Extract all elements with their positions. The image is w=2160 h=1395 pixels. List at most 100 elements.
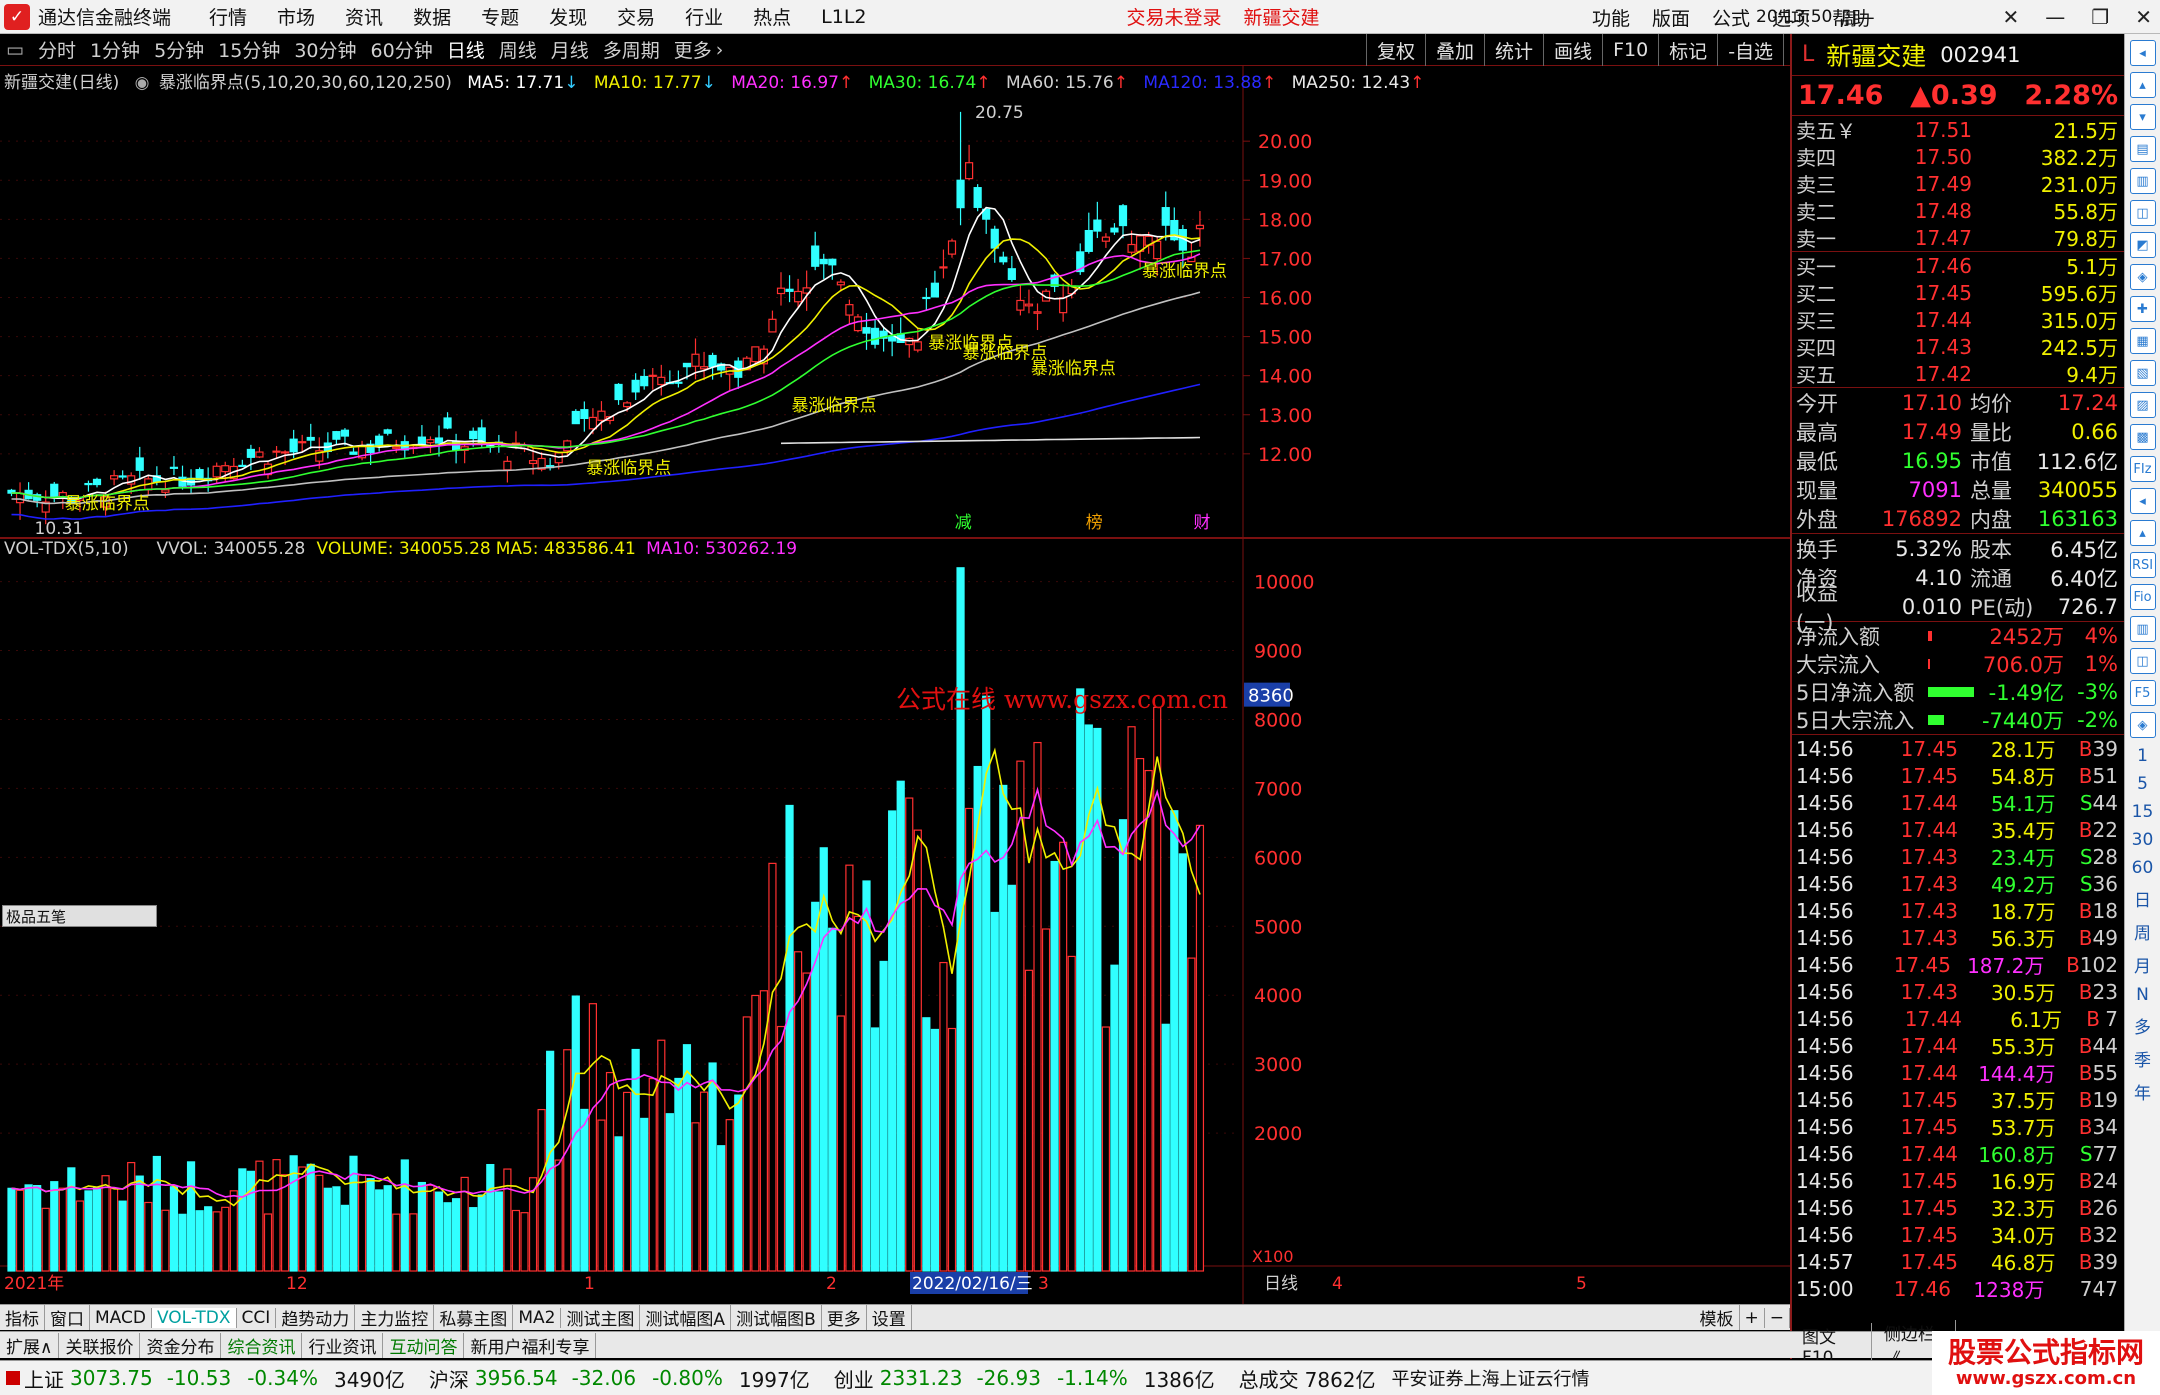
tab-weekly[interactable]: 周线 xyxy=(499,36,537,63)
tab-daily[interactable]: 日线 xyxy=(447,36,485,63)
zoom-button[interactable]: − xyxy=(1765,1307,1790,1328)
indicator-tab[interactable]: 趋势动力 xyxy=(276,1305,356,1330)
zoom-button[interactable]: + xyxy=(1740,1307,1765,1328)
indicator-tab[interactable]: 私募主图 xyxy=(434,1305,514,1330)
period-shortcut-8[interactable]: N xyxy=(2136,985,2149,1005)
event-mark[interactable]: 财 xyxy=(1194,513,1211,533)
ext-tab[interactable]: 互动问答 xyxy=(383,1332,465,1358)
indicator-tab[interactable]: 测试幅图B xyxy=(731,1305,822,1330)
ext-tab[interactable]: 资金分布 xyxy=(140,1332,222,1358)
side-tool-icon[interactable]: ✚ xyxy=(2129,296,2156,322)
menu-redian[interactable]: 热点 xyxy=(753,3,791,30)
tick-row[interactable]: 14:56 17.45 16.9万 B 24 xyxy=(1792,1167,2124,1195)
side-tool-icon[interactable]: ▩ xyxy=(2129,424,2156,450)
period-shortcut-6[interactable]: 周 xyxy=(2134,919,2151,944)
menu-banmian[interactable]: 版面 xyxy=(1652,4,1690,31)
indicator-tab[interactable]: VOL-TDX xyxy=(151,1307,237,1328)
period-shortcut-2[interactable]: 15 xyxy=(2132,802,2154,822)
period-shortcut-3[interactable]: 30 xyxy=(2132,830,2154,850)
event-mark[interactable]: 榜 xyxy=(1086,513,1103,533)
tab-30min[interactable]: 30分钟 xyxy=(294,36,356,63)
tab-1min[interactable]: 1分钟 xyxy=(90,36,140,63)
indicator-tab[interactable]: 指标 xyxy=(0,1305,45,1330)
tick-row[interactable]: 14:56 17.44 54.1万 S 44 xyxy=(1792,789,2124,817)
indicator-tab[interactable]: 主力监控 xyxy=(355,1305,435,1330)
menu-shuju[interactable]: 数据 xyxy=(413,3,451,30)
side-tool-icon[interactable]: ▦ xyxy=(2129,328,2156,354)
side-tool-icon[interactable]: ▧ xyxy=(2129,360,2156,386)
sh-name[interactable]: 上证 xyxy=(24,1364,64,1393)
indicator-tab[interactable]: 测试幅图A xyxy=(640,1305,732,1330)
side-tool-icon[interactable]: ◈ xyxy=(2129,712,2156,738)
tick-row[interactable]: 14:56 17.45 32.3万 B 26 xyxy=(1792,1194,2124,1222)
period-shortcut-1[interactable]: 5 xyxy=(2137,774,2148,794)
side-tool-icon[interactable]: ▥ xyxy=(2129,168,2156,194)
indicator-tab[interactable]: 测试主图 xyxy=(561,1305,641,1330)
menu-zixun[interactable]: 资讯 xyxy=(345,3,383,30)
fuquan-button[interactable]: 复权 xyxy=(1366,34,1425,66)
side-tool-icon[interactable]: ◩ xyxy=(2129,232,2156,258)
tick-row[interactable]: 14:56 17.43 56.3万 B 49 xyxy=(1792,924,2124,952)
menu-faxian[interactable]: 发现 xyxy=(549,3,587,30)
indicator-tab[interactable]: 设置 xyxy=(867,1305,912,1330)
period-shortcut-5[interactable]: 日 xyxy=(2134,886,2151,911)
tick-row[interactable]: 14:56 17.44 144.4万 B 55 xyxy=(1792,1059,2124,1087)
tick-row[interactable]: 14:56 17.44 55.3万 B 44 xyxy=(1792,1032,2124,1060)
close-panel-icon[interactable]: ✕ xyxy=(2003,5,2020,29)
tick-row[interactable]: 14:56 17.45 28.1万 B 39 xyxy=(1792,735,2124,763)
ime-toolbar[interactable]: 极品五笔 xyxy=(2,905,157,927)
tab-multi-period[interactable]: 多周期 xyxy=(603,36,660,63)
menu-gongneng[interactable]: 功能 xyxy=(1592,4,1630,31)
ext-tab[interactable]: 综合资讯 xyxy=(221,1332,303,1358)
tick-row[interactable]: 14:56 17.45 34.0万 B 32 xyxy=(1792,1221,2124,1249)
side-tool-icon[interactable]: ▨ xyxy=(2129,392,2156,418)
ext-tab[interactable]: 行业资讯 xyxy=(302,1332,384,1358)
draw-button[interactable]: 画线 xyxy=(1543,34,1602,66)
tick-row[interactable]: 14:56 17.45 37.5万 B 19 xyxy=(1792,1086,2124,1114)
menu-shichang[interactable]: 市场 xyxy=(277,3,315,30)
period-shortcut-4[interactable]: 60 xyxy=(2132,858,2154,878)
tick-row[interactable]: 14:56 17.43 23.4万 S 28 xyxy=(1792,843,2124,871)
login-status-link[interactable]: 交易未登录 xyxy=(1127,3,1222,30)
side-tool-icon[interactable]: ▴ xyxy=(2129,72,2156,98)
current-stock-link[interactable]: 新疆交建 xyxy=(1244,3,1320,30)
menu-gongshi[interactable]: 公式 xyxy=(1712,4,1750,31)
tab-5min[interactable]: 5分钟 xyxy=(154,36,204,63)
menu-l1l2[interactable]: L1L2 xyxy=(821,6,866,28)
menu-jiaoyi[interactable]: 交易 xyxy=(617,3,655,30)
remove-watchlist-button[interactable]: -自选 xyxy=(1717,34,1783,66)
indicator-tab[interactable]: 窗口 xyxy=(45,1305,90,1330)
tick-row[interactable]: 14:56 17.44 6.1万 B 7 xyxy=(1792,1005,2124,1033)
tick-row[interactable]: 14:56 17.43 49.2万 S 36 xyxy=(1792,870,2124,898)
ext-tab[interactable]: 新用户福利专享 xyxy=(464,1332,597,1358)
event-mark[interactable]: 减 xyxy=(955,513,972,533)
tick-row[interactable]: 14:57 17.45 46.8万 B 39 xyxy=(1792,1248,2124,1276)
chevron-right-icon[interactable]: › xyxy=(716,39,724,61)
restore-icon[interactable]: ❐ xyxy=(2091,5,2109,29)
tab-60min[interactable]: 60分钟 xyxy=(371,36,433,63)
f10-button[interactable]: F10 xyxy=(1602,34,1658,66)
tab-monthly[interactable]: 月线 xyxy=(551,36,589,63)
sz-name[interactable]: 沪深 xyxy=(429,1364,469,1393)
close-icon[interactable]: ✕ xyxy=(2135,5,2152,29)
side-tool-icon[interactable]: ▤ xyxy=(2129,136,2156,162)
side-tool-icon[interactable]: ▥ xyxy=(2129,616,2156,642)
cy-name[interactable]: 创业 xyxy=(834,1364,874,1393)
panel-toggle-icon[interactable]: ▭ xyxy=(6,39,24,61)
indicator-tab[interactable]: 更多 xyxy=(822,1305,867,1330)
side-tool-icon[interactable]: ◂ xyxy=(2129,40,2156,66)
tick-row[interactable]: 14:56 17.43 18.7万 B 18 xyxy=(1792,897,2124,925)
tick-row[interactable]: 14:56 17.45 53.7万 B 34 xyxy=(1792,1113,2124,1141)
stock-name[interactable]: 新疆交建 xyxy=(1826,37,1926,73)
tick-row[interactable]: 15:00 17.46 1238万 747 xyxy=(1792,1275,2124,1303)
ext-tab[interactable]: 关联报价 xyxy=(59,1332,141,1358)
indicator-tab[interactable]: CCI xyxy=(237,1307,277,1328)
menu-hangqing[interactable]: 行情 xyxy=(209,3,247,30)
side-tool-icon[interactable]: ◫ xyxy=(2129,200,2156,226)
indicator-tab[interactable]: MA2 xyxy=(513,1307,562,1328)
kline-chart[interactable]: 20.00 19.00 18.00 17.00 16.00 15.00 14.00 13.00… xyxy=(0,66,1790,1304)
tab-more[interactable]: 更多 xyxy=(674,36,712,63)
template-button[interactable]: 模板 xyxy=(1695,1305,1740,1330)
period-shortcut-9[interactable]: 多 xyxy=(2134,1013,2151,1038)
tick-row[interactable]: 14:56 17.43 30.5万 B 23 xyxy=(1792,978,2124,1006)
